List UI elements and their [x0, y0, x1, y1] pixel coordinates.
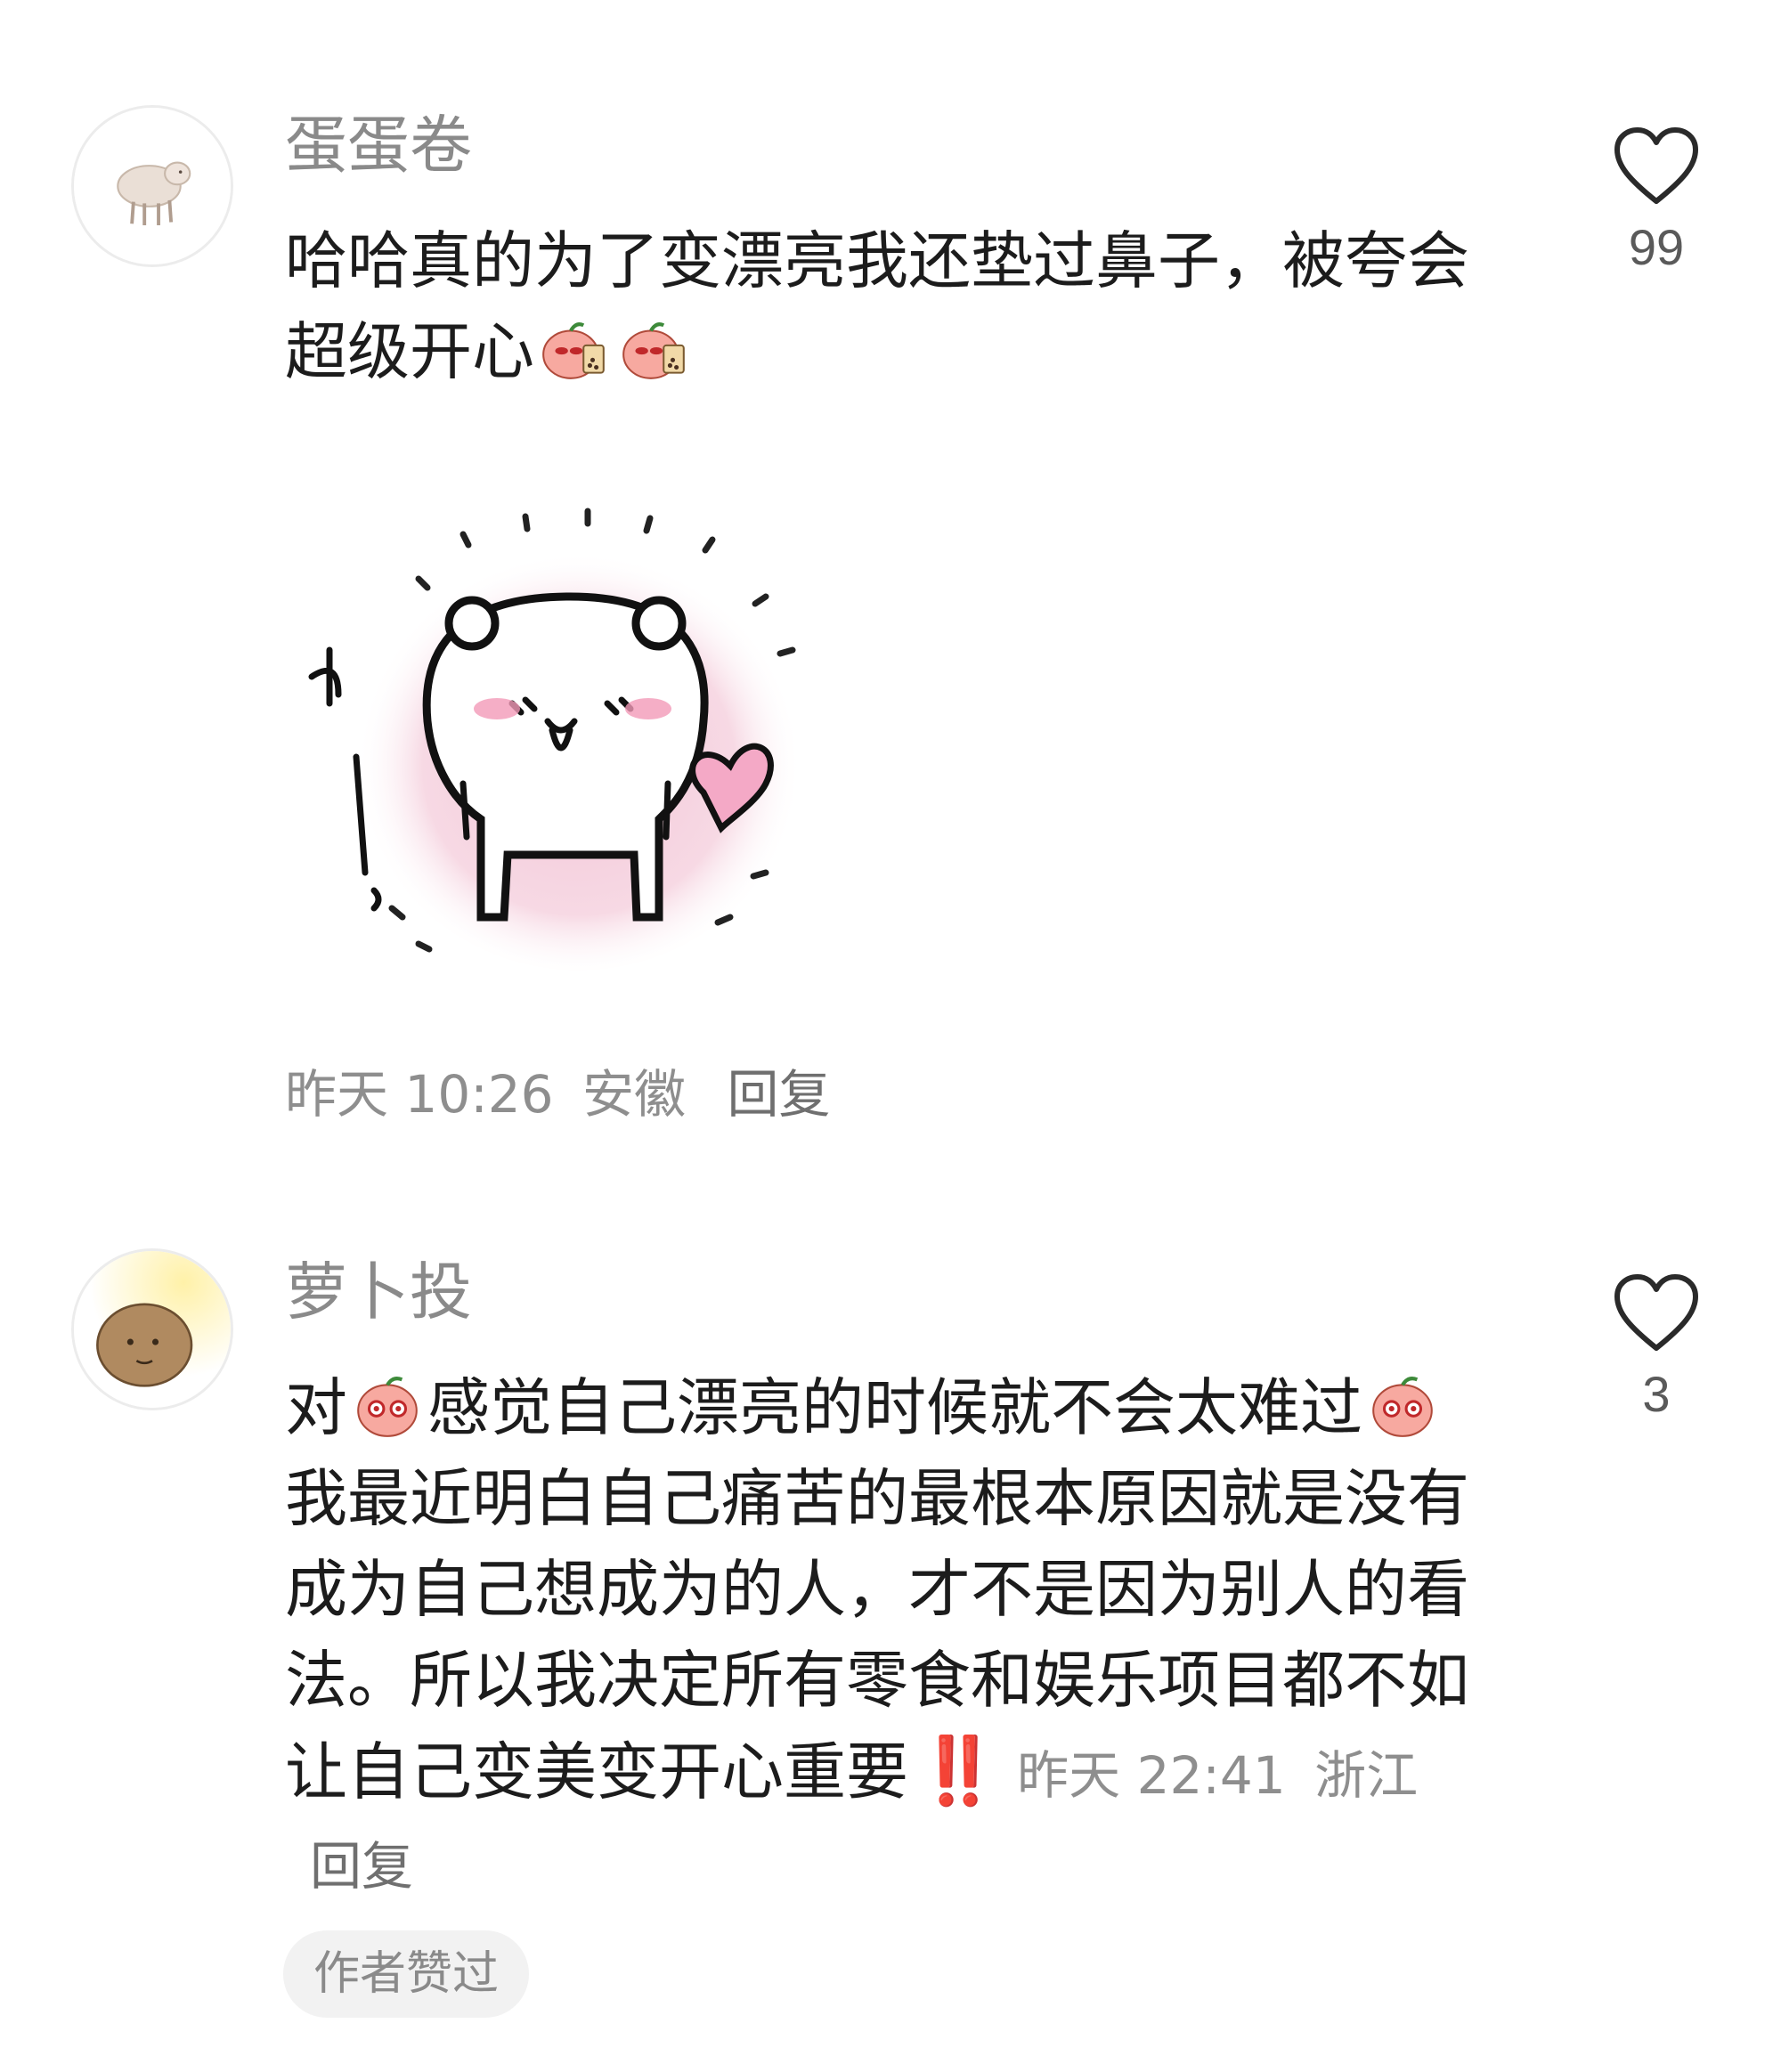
heart-outline-icon — [1614, 127, 1698, 204]
comment-location: 浙江 — [1314, 1745, 1419, 1806]
like-button[interactable]: 3 — [1603, 1272, 1710, 1419]
comment-text-middle: 感觉自己漂亮的时候就不会太难过 — [427, 1371, 1362, 1444]
comment-text: 哈哈真的为了变漂亮我还垫过鼻子，被夸会超级开心 — [285, 215, 1496, 397]
comment-location: 安徽 — [582, 1064, 687, 1125]
comment-meta: 昨天 10:26 安徽 回复 — [285, 1069, 831, 1120]
like-button[interactable]: 99 — [1603, 125, 1710, 272]
comment-username[interactable]: 萝卜投 — [285, 1261, 472, 1323]
comment-text-content: 哈哈真的为了变漂亮我还垫过鼻子，被夸会超级开心 — [285, 224, 1469, 388]
heart-outline-icon — [1614, 1274, 1698, 1351]
comment-username[interactable]: 蛋蛋卷 — [285, 114, 472, 176]
reply-button[interactable]: 回复 — [727, 1064, 830, 1125]
reply-button[interactable]: 回复 — [310, 1836, 413, 1897]
peach-bubble-tea-emoji — [538, 313, 611, 386]
peach-crying-emoji — [1366, 1369, 1439, 1442]
comment-time: 昨天 22:41 — [1017, 1745, 1286, 1806]
author-liked-badge: 作者赞过 — [283, 1930, 530, 2018]
bear-waving-heart-sticker[interactable] — [285, 499, 819, 997]
comment-text: 对感觉自己漂亮的时候就不会太难过 我最近明白自己痛苦的最根本原因就是没有成为自己想… — [285, 1362, 1478, 1908]
peach-crying-emoji — [351, 1369, 424, 1442]
potato-avatar-icon[interactable] — [71, 1248, 233, 1410]
double-exclamation-emoji: ‼️ — [917, 1733, 999, 1809]
comment-time: 昨天 10:26 — [285, 1064, 554, 1125]
like-count: 3 — [1642, 1366, 1671, 1422]
like-count: 99 — [1628, 219, 1685, 275]
sheep-avatar-icon[interactable] — [71, 105, 233, 267]
peach-bubble-tea-emoji — [618, 313, 691, 386]
comment-text-prefix: 对 — [285, 1371, 347, 1444]
